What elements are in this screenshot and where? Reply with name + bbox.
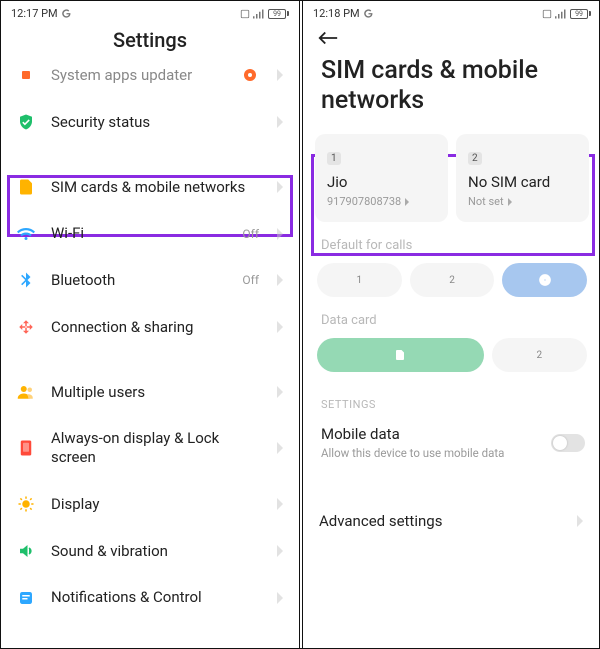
chevron-right-icon xyxy=(403,198,411,206)
chevron-right-icon xyxy=(275,116,285,128)
settings-section-header: SETTINGS xyxy=(303,372,600,421)
chevron-right-icon xyxy=(275,498,285,510)
users-icon xyxy=(15,383,37,401)
share-icon xyxy=(15,318,37,336)
data-card-segment: 2 xyxy=(303,338,600,372)
sim-slot-badge: 1 xyxy=(327,152,341,165)
row-label: Security status xyxy=(51,113,261,132)
data-card-label: Data card xyxy=(303,297,600,338)
row-security-status[interactable]: Security status xyxy=(1,99,299,146)
nfc-icon xyxy=(240,9,250,19)
row-sim-cards[interactable]: SIM cards & mobile networks xyxy=(1,164,299,211)
row-multiple-users[interactable]: Multiple users xyxy=(1,369,299,416)
google-icon xyxy=(61,8,72,19)
sim-number: 917907808738 xyxy=(327,195,436,208)
shield-icon xyxy=(15,113,37,131)
bluetooth-icon xyxy=(15,271,37,289)
bt-state: Off xyxy=(242,273,259,287)
wifi-state: Off xyxy=(242,227,259,241)
chevron-right-icon xyxy=(275,386,285,398)
update-badge-icon xyxy=(239,67,261,83)
row-label: Bluetooth xyxy=(51,271,228,290)
calls-option-2[interactable]: 2 xyxy=(410,263,495,297)
row-connection-sharing[interactable]: Connection & sharing xyxy=(1,304,299,351)
page-title: Settings xyxy=(1,22,299,66)
mobile-data-toggle[interactable] xyxy=(551,434,585,452)
notifications-icon xyxy=(15,589,37,607)
row-aod-lockscreen[interactable]: Always-on display & Lock screen xyxy=(1,415,299,481)
row-label: Notifications & Control xyxy=(51,588,261,607)
row-system-apps-updater[interactable]: System apps updater xyxy=(1,66,299,99)
row-label: Always-on display & Lock screen xyxy=(51,429,261,467)
sim-mini-icon xyxy=(394,348,406,362)
chevron-right-icon xyxy=(275,274,285,286)
row-label: Sound & vibration xyxy=(51,542,261,561)
chevron-right-icon xyxy=(275,228,285,240)
battery-pct: 99 xyxy=(575,10,583,18)
row-label: Display xyxy=(51,495,261,514)
mobile-data-subtitle: Allow this device to use mobile data xyxy=(321,446,551,460)
row-label: Multiple users xyxy=(51,383,261,402)
wifi-icon xyxy=(15,225,37,243)
settings-screen: 12:17 PM 99 Settings System apps updater xyxy=(1,1,299,648)
chevron-right-icon xyxy=(275,442,285,454)
row-label: Connection & sharing xyxy=(51,318,261,337)
status-time: 12:17 PM xyxy=(11,7,58,20)
mobile-data-title: Mobile data xyxy=(321,425,551,443)
row-label: System apps updater xyxy=(51,66,225,85)
calls-option-ask[interactable] xyxy=(502,263,587,297)
sound-icon xyxy=(15,542,37,560)
row-mobile-data[interactable]: Mobile data Allow this device to use mob… xyxy=(303,421,600,478)
sim-number: Not set xyxy=(468,195,577,208)
row-label: SIM cards & mobile networks xyxy=(51,178,261,197)
row-bluetooth[interactable]: Bluetooth Off xyxy=(1,257,299,304)
data-option-1[interactable] xyxy=(317,338,484,372)
battery-pct: 99 xyxy=(273,10,281,18)
sim-settings-screen: 12:18 PM 99 SIM cards & mobile networks … xyxy=(303,1,600,648)
back-button[interactable] xyxy=(317,31,339,50)
default-for-calls-label: Default for calls xyxy=(303,222,600,263)
chevron-right-icon xyxy=(275,321,285,333)
sim-name: No SIM card xyxy=(468,173,577,191)
page-title: SIM cards & mobile networks xyxy=(303,50,600,134)
chevron-right-icon xyxy=(275,545,285,557)
calls-option-1[interactable]: 1 xyxy=(317,263,402,297)
status-time: 12:18 PM xyxy=(313,7,360,20)
brightness-icon xyxy=(15,495,37,513)
battery-icon: 99 xyxy=(268,9,289,19)
status-bar: 12:17 PM 99 xyxy=(1,1,299,22)
row-label: Advanced settings xyxy=(319,512,442,530)
sim-icon xyxy=(15,178,37,196)
default-calls-segment: 1 2 xyxy=(303,263,600,297)
sim-card-2[interactable]: 2 No SIM card Not set xyxy=(456,134,589,222)
chevron-right-icon xyxy=(575,515,585,527)
row-sound-vibration[interactable]: Sound & vibration xyxy=(1,528,299,575)
signal-icon xyxy=(253,9,265,19)
google-icon xyxy=(363,8,374,19)
dialpad-icon xyxy=(538,273,552,287)
row-advanced-settings[interactable]: Advanced settings xyxy=(303,494,600,548)
chevron-right-icon xyxy=(275,181,285,193)
row-wifi[interactable]: Wi-Fi Off xyxy=(1,210,299,257)
sim-name: Jio xyxy=(327,173,436,191)
lockscreen-icon xyxy=(15,439,37,457)
battery-icon: 99 xyxy=(570,9,591,19)
updater-icon xyxy=(22,71,30,79)
status-bar: 12:18 PM 99 xyxy=(303,1,600,22)
sim-card-1[interactable]: 1 Jio 917907808738 xyxy=(315,134,448,222)
chevron-right-icon xyxy=(275,69,285,81)
sim-slot-badge: 2 xyxy=(468,152,482,165)
chevron-right-icon xyxy=(275,592,285,604)
data-option-2[interactable]: 2 xyxy=(492,338,587,372)
row-display[interactable]: Display xyxy=(1,481,299,528)
chevron-right-icon xyxy=(506,198,514,206)
row-label: Wi-Fi xyxy=(51,224,228,243)
row-notifications[interactable]: Notifications & Control xyxy=(1,574,299,621)
nfc-icon xyxy=(542,9,552,19)
signal-icon xyxy=(555,9,567,19)
